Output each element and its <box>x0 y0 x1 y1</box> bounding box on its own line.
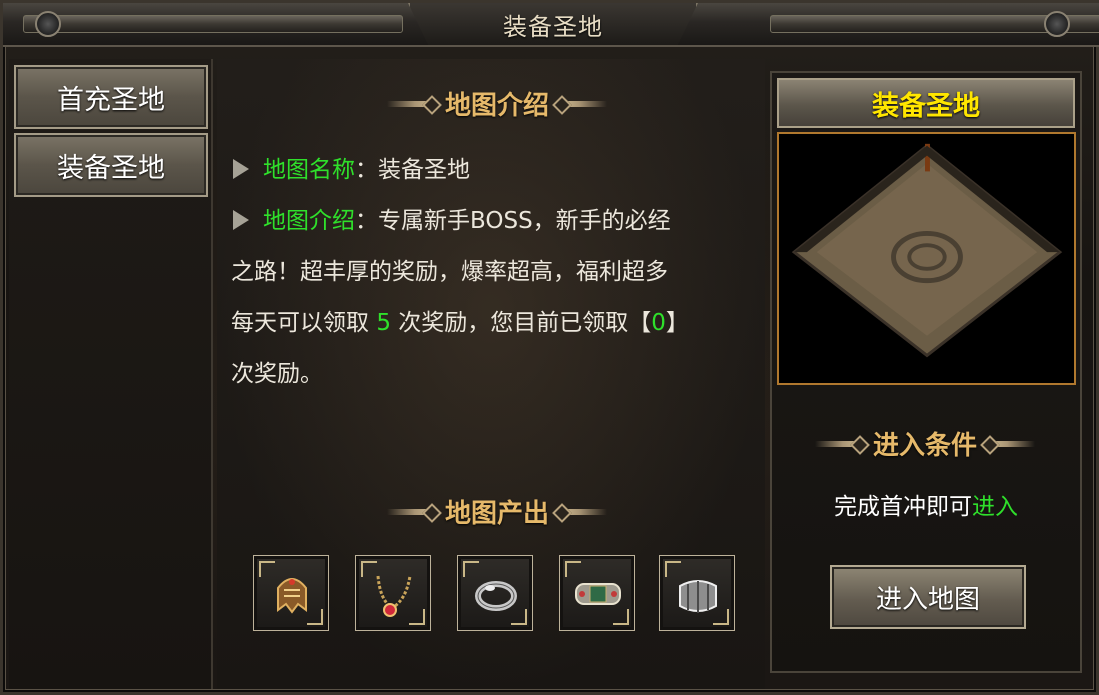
map-preview-title: 装备圣地 <box>777 78 1075 128</box>
claim-line2: 次奖励。 <box>231 361 323 387</box>
intro-heading-text: 地图介绍 <box>444 91 549 121</box>
map-desc-line: 地图介绍：专属新手BOSS，新手的必经 <box>231 196 761 247</box>
map-name-label: 地图名称 <box>263 157 355 183</box>
claim-prefix: 每天可以领取 <box>231 310 377 336</box>
map-name-line: 地图名称：装备圣地 <box>231 145 761 196</box>
window-frame: 装备圣地 首充圣地 装备圣地 地图介绍 地图名称：装备圣地 地图介绍：专属新手B… <box>0 0 1099 695</box>
ornament-icon <box>1044 11 1070 37</box>
heading-ornament-left <box>814 440 861 447</box>
condition-enter-link[interactable]: 进入 <box>972 494 1018 520</box>
map-preview-panel: 装备圣地 进入条件 完成首冲即可进入 进入地图 <box>770 71 1082 673</box>
condition-heading: 进入条件 <box>790 425 1060 462</box>
condition-desc: 完成首冲即可 <box>834 494 972 520</box>
claim-suffix: 】 <box>665 310 689 336</box>
bracelet-icon <box>575 583 621 605</box>
map-thumbnail <box>779 134 1074 383</box>
window-title: 装备圣地 <box>503 12 603 41</box>
heading-ornament-left <box>386 100 433 107</box>
item-slot-armguard[interactable] <box>659 555 735 631</box>
sidebar-item-equipment[interactable]: 装备圣地 <box>14 133 208 197</box>
sidebar: 首充圣地 装备圣地 <box>9 59 213 689</box>
claim-mid: 次奖励，您目前已领取【 <box>390 310 652 336</box>
item-slot-ring[interactable] <box>457 555 533 631</box>
ring-icon <box>475 581 517 611</box>
map-desc-line2: 之路！超丰厚的奖励，爆率超高，福利超多 <box>231 259 668 285</box>
intro-heading: 地图介绍 <box>367 85 627 122</box>
heading-ornament-left <box>386 508 433 515</box>
armguard-icon <box>679 580 717 613</box>
map-preview-image <box>777 132 1076 385</box>
item-slot-helmet[interactable] <box>253 555 329 631</box>
title-plate: 装备圣地 <box>408 3 698 45</box>
claim-line: 每天可以领取 5 次奖励，您目前已领取【0】 <box>231 298 761 349</box>
title-bar: 装备圣地 <box>3 3 1099 47</box>
heading-ornament-right <box>989 440 1035 447</box>
bullet-arrow-icon <box>233 159 249 179</box>
output-heading-text: 地图产出 <box>444 499 549 529</box>
heading-ornament-right <box>561 508 607 515</box>
claim-count: 5 <box>376 310 391 336</box>
necklace-icon <box>376 575 412 617</box>
condition-heading-text: 进入条件 <box>872 431 977 461</box>
condition-text: 完成首冲即可进入 <box>772 487 1080 521</box>
enter-map-button[interactable]: 进入地图 <box>830 565 1026 629</box>
map-desc-label: 地图介绍 <box>263 208 355 234</box>
claimed-count: 0 <box>651 310 666 336</box>
output-heading: 地图产出 <box>367 493 627 530</box>
item-slot-necklace[interactable] <box>355 555 431 631</box>
map-name-value: 装备圣地 <box>378 157 470 183</box>
intro-text: 地图名称：装备圣地 地图介绍：专属新手BOSS，新手的必经 之路！超丰厚的奖励，… <box>231 145 761 400</box>
map-desc-sep: ： <box>355 208 378 234</box>
map-name-sep: ： <box>355 157 378 183</box>
bullet-arrow-icon <box>233 210 249 230</box>
helmet-icon <box>277 578 307 614</box>
map-info-panel: 地图介绍 地图名称：装备圣地 地图介绍：专属新手BOSS，新手的必经 之路！超丰… <box>217 59 765 689</box>
item-slot-bracelet[interactable] <box>559 555 635 631</box>
output-items <box>253 555 743 635</box>
ornament-icon <box>35 11 61 37</box>
map-desc-line1: 专属新手BOSS，新手的必经 <box>378 208 671 234</box>
heading-ornament-right <box>561 100 607 107</box>
title-rail-left <box>23 15 403 33</box>
sidebar-item-first-charge[interactable]: 首充圣地 <box>14 65 208 129</box>
